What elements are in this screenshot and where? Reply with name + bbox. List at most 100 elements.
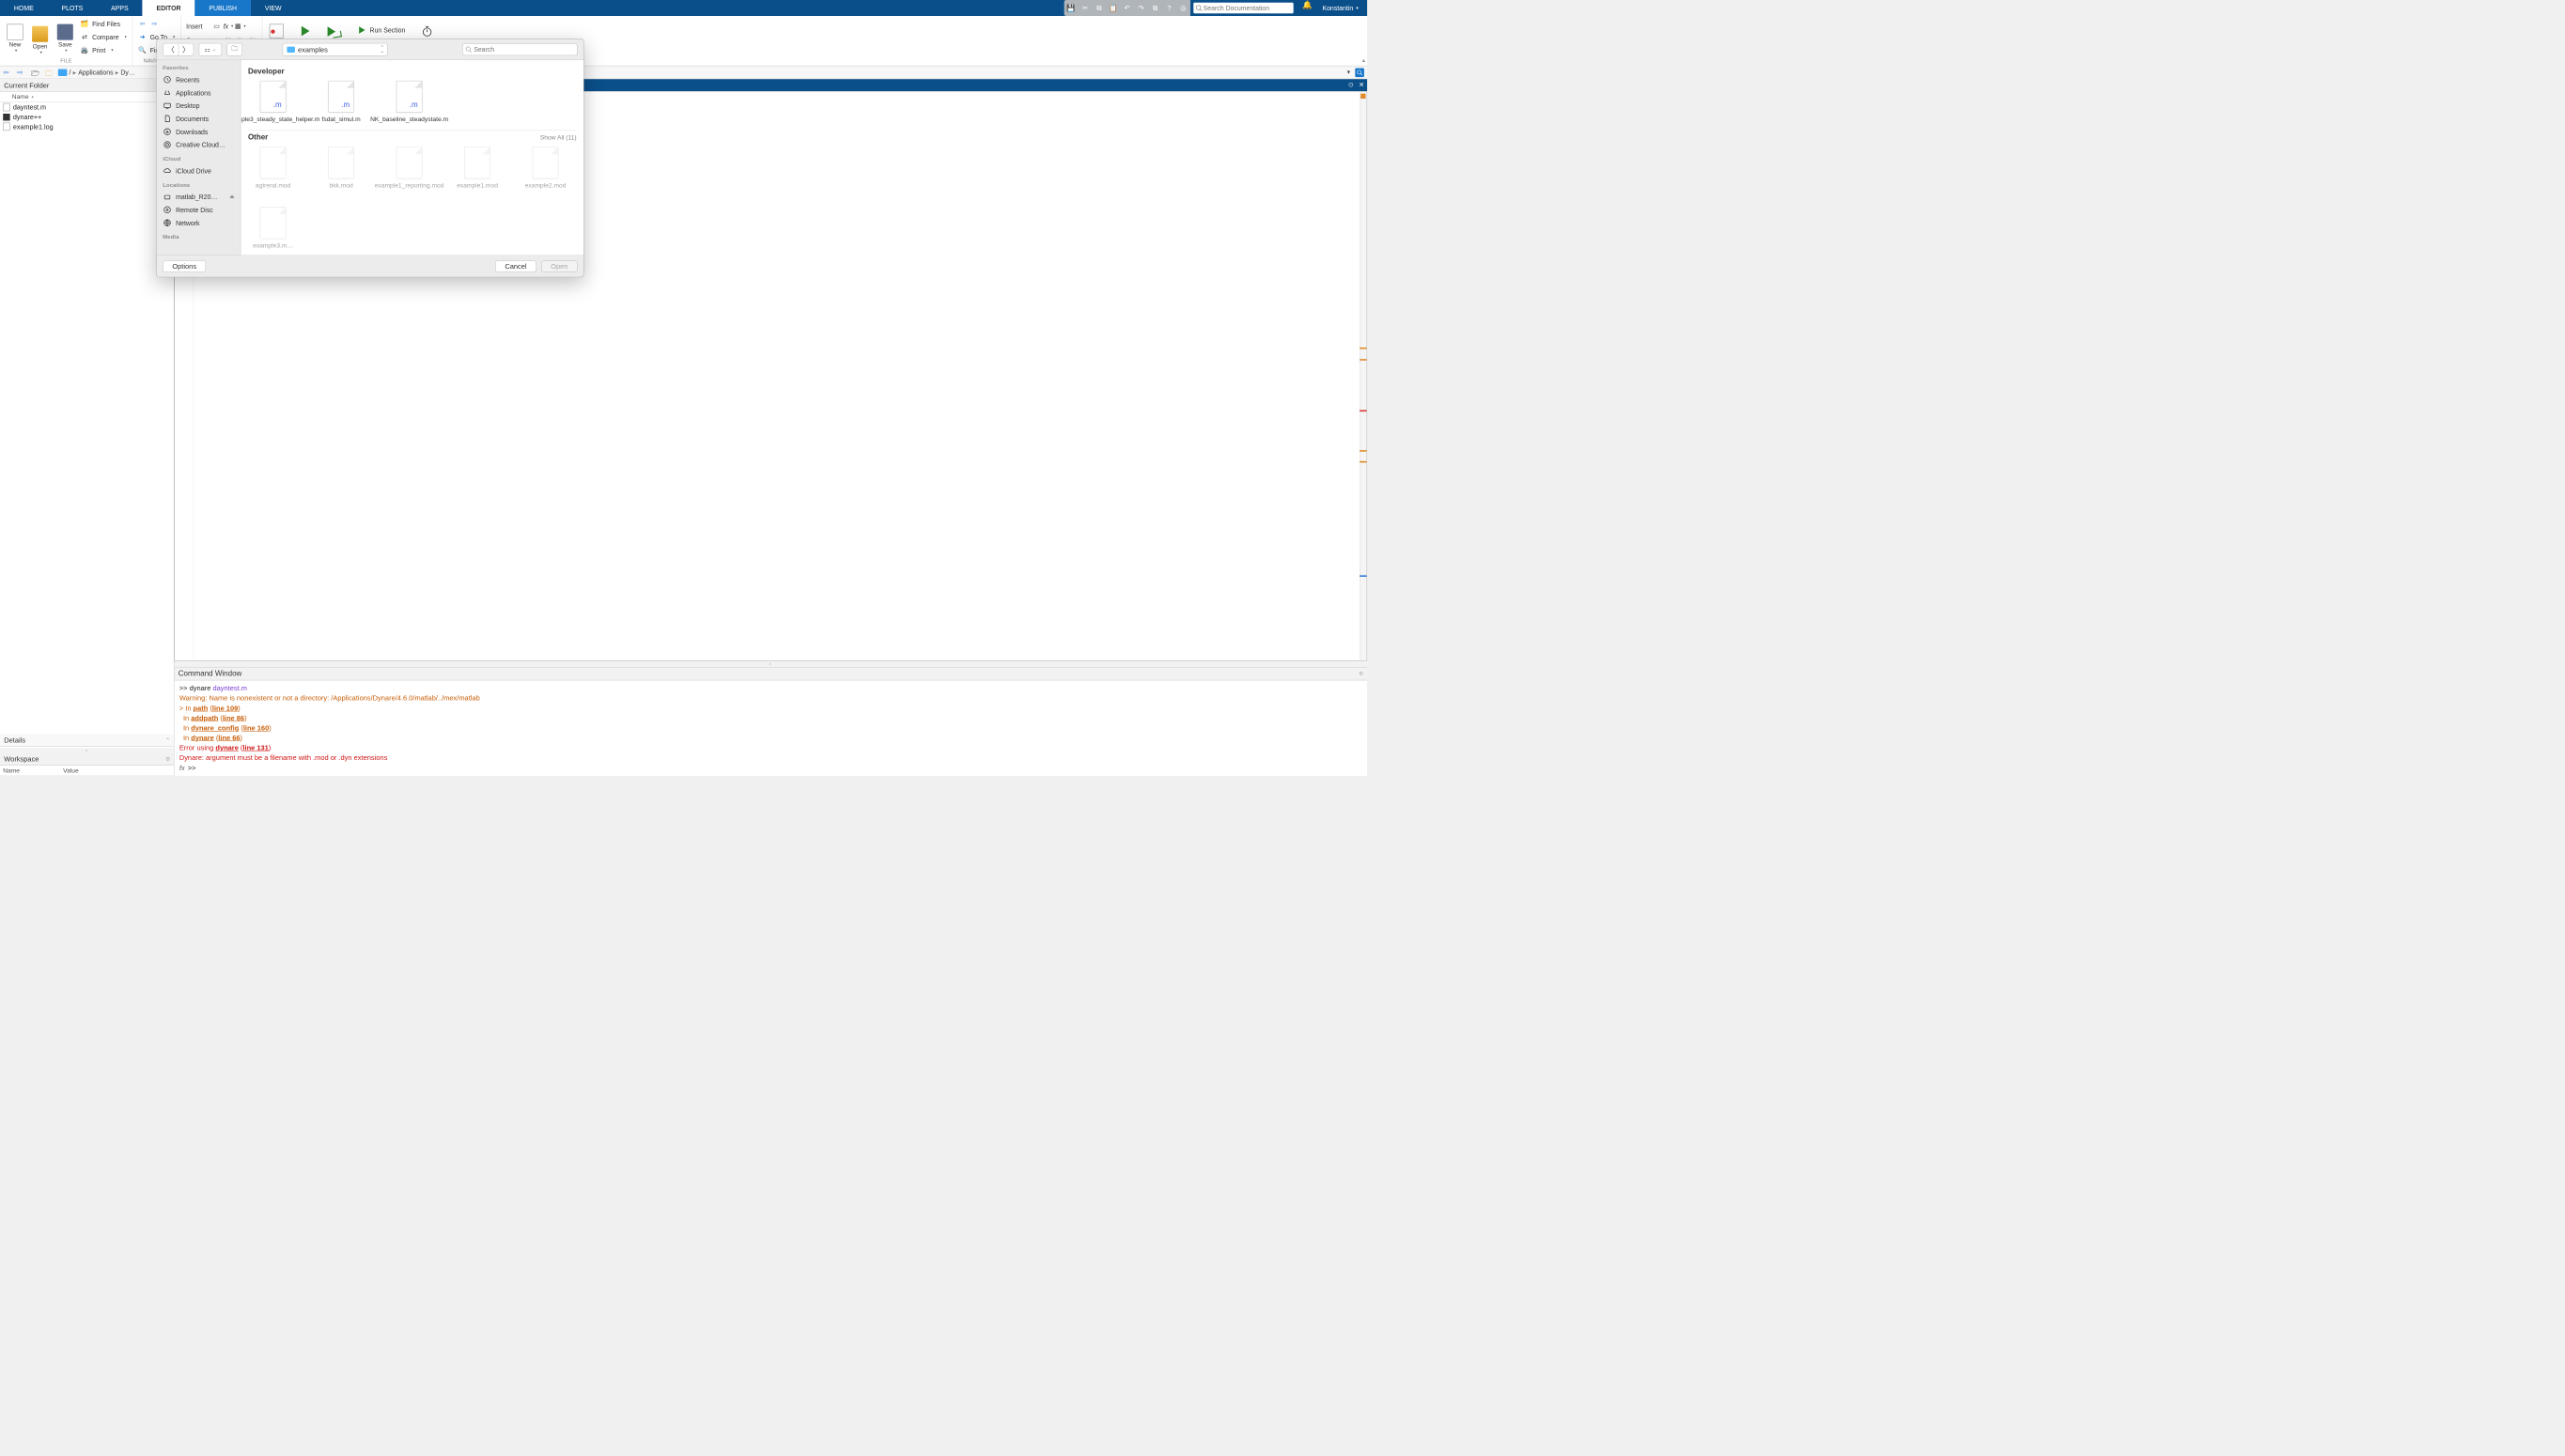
file-item[interactable]: .mNK_baseline_steadystate.m: [384, 81, 434, 123]
line-link[interactable]: line 66: [218, 734, 240, 742]
dynare-link[interactable]: dynare: [215, 744, 238, 752]
path-popup[interactable]: examples: [282, 43, 387, 56]
details-title[interactable]: Details⌃: [0, 734, 174, 746]
cut-icon[interactable]: ✂︎: [1080, 3, 1091, 13]
find-files-button[interactable]: 🗂️Find Files: [80, 18, 127, 30]
line-link[interactable]: line 160: [243, 723, 269, 732]
path-breadcrumb[interactable]: /▸ Applications▸ Dy…: [58, 69, 135, 77]
insert-section-icon[interactable]: ▭: [212, 22, 222, 31]
tab-apps[interactable]: APPS: [97, 0, 142, 16]
file-item[interactable]: example1.mod: [452, 147, 502, 189]
tab-view[interactable]: VIEW: [251, 0, 296, 16]
code-overview-ruler[interactable]: [1360, 92, 1366, 660]
compare-button[interactable]: ⇄Compare: [80, 31, 127, 43]
copy-icon[interactable]: ⧉: [1094, 3, 1104, 13]
doc-search-input[interactable]: [1193, 3, 1294, 14]
open-button[interactable]: Open: [541, 260, 578, 272]
save-button[interactable]: Save: [55, 22, 75, 53]
file-item[interactable]: .mfsdat_simul.m: [316, 81, 365, 123]
insert-row: Insert ▭fx▦: [186, 20, 256, 32]
browse-icon[interactable]: 🗀: [45, 68, 54, 77]
file-row[interactable]: dayntest.m: [0, 102, 174, 113]
addons-icon[interactable]: ◎: [1178, 3, 1189, 13]
file-item[interactable]: example1_reporting.mod: [384, 147, 434, 189]
new-button[interactable]: New: [5, 22, 24, 53]
file-item[interactable]: bkk.mod: [316, 147, 365, 189]
dynare-link[interactable]: dynare: [191, 734, 213, 742]
line-link[interactable]: line 131: [242, 744, 268, 752]
options-button[interactable]: Options: [163, 260, 206, 272]
back-button[interactable]: 〈: [163, 43, 179, 55]
path-dropdown-icon[interactable]: ▼: [1346, 70, 1351, 75]
sidebar-network[interactable]: Network: [157, 216, 241, 229]
redo-icon[interactable]: ↷: [1136, 3, 1146, 13]
quick-access-toolbar: 💾 ✂︎ ⧉ 📋 ↶ ↷ ⧉ ? ◎: [1064, 0, 1189, 16]
sidebar-applications[interactable]: Applications: [157, 86, 241, 100]
run-timing-button[interactable]: [419, 23, 435, 38]
sidebar-creative-cloud[interactable]: Creative Cloud…: [157, 138, 241, 151]
sidebar-documents[interactable]: Documents: [157, 112, 241, 125]
run-advance-button[interactable]: [326, 23, 344, 37]
notifications-icon[interactable]: 🔔: [1297, 0, 1318, 16]
fwd-icon[interactable]: ⇨: [17, 68, 26, 77]
save-icon[interactable]: 💾: [1066, 3, 1077, 13]
collapse-ribbon-icon[interactable]: ▲: [1361, 58, 1366, 64]
run-section-button[interactable]: Run Section: [358, 24, 406, 37]
show-all-link[interactable]: Show All (11): [540, 134, 577, 141]
tab-publish[interactable]: PUBLISH: [194, 0, 251, 16]
cancel-button[interactable]: Cancel: [495, 260, 536, 272]
undo-icon[interactable]: ↶: [1122, 3, 1132, 13]
find-files-icon: 🗂️: [80, 20, 89, 29]
editor-actions-icon[interactable]: ⊙: [1348, 81, 1354, 89]
up-folder-icon[interactable]: 🗁: [31, 68, 40, 77]
file-row[interactable]: dynare++: [0, 112, 174, 121]
view-mode-button[interactable]: ⚏⌄: [199, 43, 223, 56]
line-link[interactable]: line 109: [212, 704, 238, 712]
left-column: Current Folder Name dayntest.m dynare++ …: [0, 79, 174, 776]
file-item[interactable]: agtrend.mod: [248, 147, 298, 189]
fx-prompt-icon[interactable]: fx: [179, 764, 185, 772]
file-row[interactable]: example1.log: [0, 122, 174, 132]
breakpoint-button[interactable]: [268, 22, 286, 38]
line-link[interactable]: line 86: [223, 714, 244, 722]
group-button[interactable]: 🗀: [226, 43, 242, 56]
eject-icon[interactable]: ⏏: [229, 194, 234, 200]
addpath-link[interactable]: addpath: [191, 714, 218, 722]
command-window-body[interactable]: >> dynare dayntest.m Warning: Name is no…: [174, 680, 1367, 776]
tab-plots[interactable]: PLOTS: [48, 0, 98, 16]
path-link[interactable]: path: [194, 704, 209, 712]
sidebar-recents[interactable]: Recents: [157, 73, 241, 86]
file-item[interactable]: .mexample3_steady_state_helper.m: [248, 81, 298, 123]
forward-button[interactable]: 〉: [179, 43, 194, 55]
cw-title: Command Window: [179, 670, 242, 678]
sidebar-volume[interactable]: matlab_R20…⏏: [157, 191, 241, 204]
insert-fx-icon[interactable]: fx: [225, 22, 234, 31]
sidebar-remote-disc[interactable]: Remote Disc: [157, 203, 241, 216]
nav-arrows[interactable]: ⇦⇨: [138, 18, 176, 30]
help-icon[interactable]: ?: [1164, 3, 1174, 13]
sidebar-desktop[interactable]: Desktop: [157, 100, 241, 113]
sidebar-icloud-drive[interactable]: iCloud Drive: [157, 164, 241, 178]
name-column[interactable]: Name: [9, 92, 38, 102]
tab-editor[interactable]: EDITOR: [143, 0, 195, 16]
ws-value-col[interactable]: Value: [60, 766, 82, 776]
file-item[interactable]: example3.m…: [248, 207, 298, 249]
print-button[interactable]: 🖨️Print: [80, 44, 127, 56]
back-icon[interactable]: ⇦: [3, 68, 12, 77]
ws-name-col[interactable]: Name: [0, 766, 60, 776]
path-search-icon[interactable]: [1355, 68, 1364, 77]
run-button[interactable]: [300, 24, 312, 37]
dynare-config-link[interactable]: dynare_config: [191, 723, 239, 732]
file-item[interactable]: example2.mod: [521, 147, 570, 189]
tab-home[interactable]: HOME: [0, 0, 48, 16]
sidebar-downloads[interactable]: Downloads: [157, 125, 241, 138]
editor-close-icon[interactable]: ✕: [1359, 81, 1364, 89]
panel-menu-icon[interactable]: ⊙: [1359, 671, 1362, 676]
panel-menu-icon[interactable]: ⊙: [165, 756, 169, 762]
insert-snippet-icon[interactable]: ▦: [236, 22, 245, 31]
paste-icon[interactable]: 📋: [1108, 3, 1118, 13]
user-menu[interactable]: Konstantin: [1318, 0, 1367, 16]
switch-windows-icon[interactable]: ⧉: [1150, 3, 1160, 13]
open-button[interactable]: Open: [30, 20, 50, 54]
finder-search-input[interactable]: [462, 43, 578, 55]
